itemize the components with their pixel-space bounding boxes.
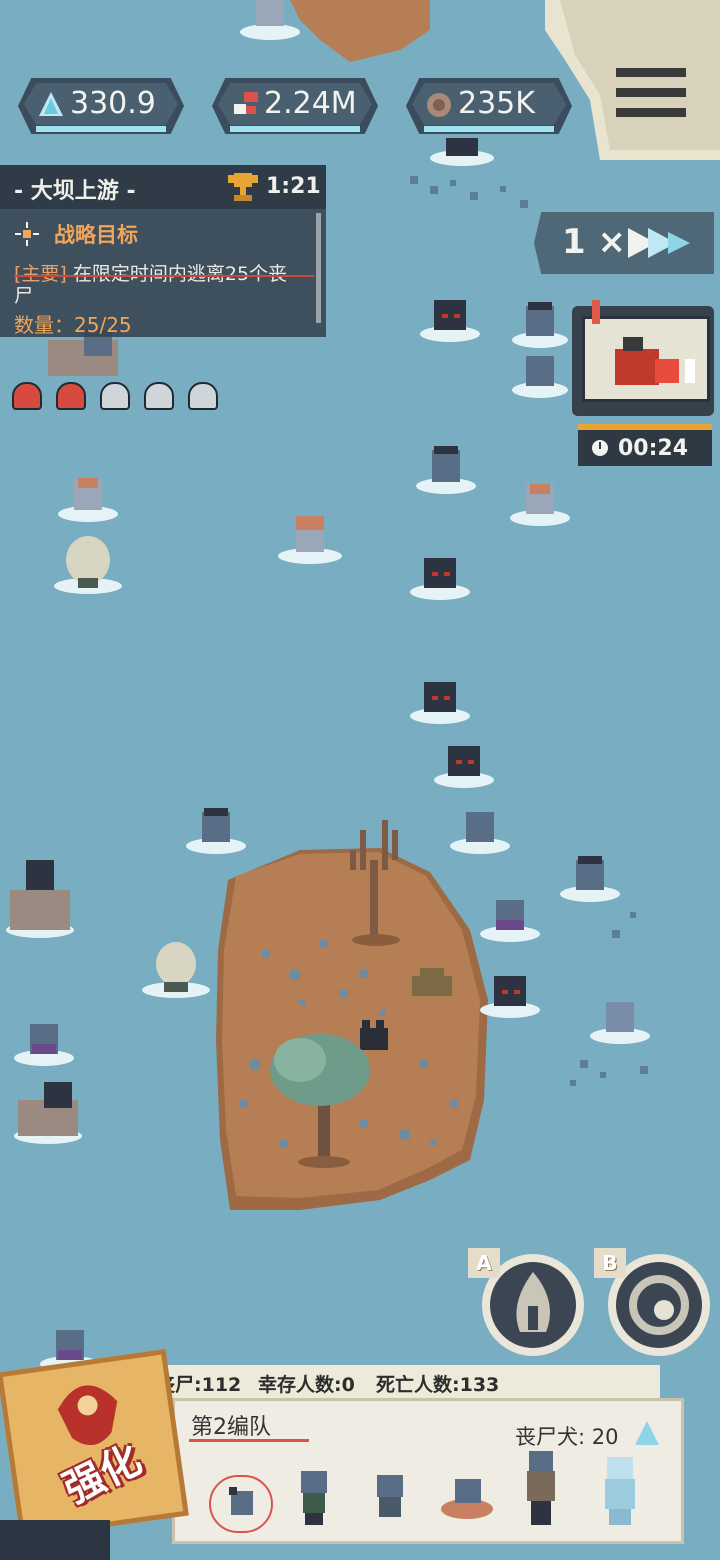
skill-a-key: A [468, 1248, 500, 1278]
crystal-small-icon [635, 1421, 659, 1445]
fast-forward-icon [628, 228, 690, 258]
crystal-counter[interactable]: 330.9 [18, 78, 184, 134]
life-helmet-icon [12, 382, 42, 410]
skill-a-button[interactable]: A [468, 1248, 584, 1356]
alert-icon [592, 300, 600, 324]
skill-b-button[interactable]: B [594, 1248, 710, 1356]
potion-icon [615, 337, 695, 385]
menu-button[interactable] [606, 56, 696, 136]
objective-count: 数量：25/25 [14, 313, 132, 337]
flame-icon [516, 1272, 550, 1332]
team-name[interactable]: 第2编队 [191, 1409, 271, 1441]
zombie-icon [527, 1451, 555, 1525]
ad-timer-value: 00:24 [618, 436, 689, 461]
zombie-icon [441, 1479, 493, 1519]
survivor-count: 幸存人数:0 [258, 1374, 355, 1396]
unit-slot-3[interactable] [365, 1465, 415, 1529]
menu-icon [616, 68, 686, 77]
crystal-icon [39, 92, 63, 116]
objective-scrollbar[interactable] [316, 213, 321, 323]
ad-reward-tv[interactable] [572, 300, 714, 416]
objective-panel: - 大坝上游 - 1:21 战略目标 [主要] 在限定时间内逃离25个丧尸 数量… [0, 165, 326, 337]
zombie-dog-icon [229, 1487, 253, 1515]
team-panel: 第2编队 丧尸犬: 20 [172, 1398, 684, 1544]
ad-timer: 00:24 [578, 424, 712, 466]
speed-label: 1 × [562, 222, 626, 262]
zombie-icon [377, 1475, 403, 1517]
clock-icon [592, 440, 608, 456]
skill-b-key: B [594, 1248, 626, 1278]
zombie-dog-count: 丧尸犬: 20 [515, 1425, 619, 1449]
stage-timer: 1:21 [266, 174, 321, 199]
zombie-icon [301, 1471, 327, 1525]
bone-counter[interactable]: 235K [406, 78, 572, 134]
parts-value: 2.24M [264, 86, 357, 121]
parts-icon [234, 92, 258, 114]
life-helmet-icon [100, 382, 130, 410]
objective-heading: 战略目标 [54, 223, 138, 247]
bone-icon [427, 93, 451, 117]
footer-strip [0, 1520, 110, 1560]
location-title: - 大坝上游 - [14, 179, 136, 204]
unit-slot-5[interactable] [521, 1449, 561, 1529]
battle-stats: 丧尸:112 幸存人数:0 死亡人数:133 [140, 1365, 660, 1399]
bone-value: 235K [458, 86, 535, 121]
life-helmet-icon [56, 382, 86, 410]
speed-button[interactable]: 1 × [534, 212, 714, 274]
parts-counter[interactable]: 2.24M [212, 78, 378, 134]
unit-slot-dog[interactable] [209, 1475, 273, 1533]
trophy-icon [228, 173, 258, 201]
ghost-zombie-icon [605, 1457, 635, 1525]
life-helmet-icon [144, 382, 174, 410]
life-helmet-icon [188, 382, 218, 410]
crystal-value: 330.9 [70, 86, 156, 121]
unit-slot-4[interactable] [437, 1465, 497, 1529]
death-count: 死亡人数:133 [376, 1374, 500, 1396]
strengthen-button[interactable]: 强化 [0, 1348, 189, 1540]
target-icon [15, 222, 39, 246]
spiral-icon [629, 1275, 689, 1335]
unit-slot-6[interactable] [597, 1453, 645, 1529]
count-value: 25/25 [74, 313, 132, 337]
lives-indicator [12, 382, 232, 414]
task-tag: [主要] [14, 263, 67, 285]
objective-task: [主要] 在限定时间内逃离25个丧尸 [14, 263, 314, 307]
unit-slot-2[interactable] [289, 1465, 339, 1529]
